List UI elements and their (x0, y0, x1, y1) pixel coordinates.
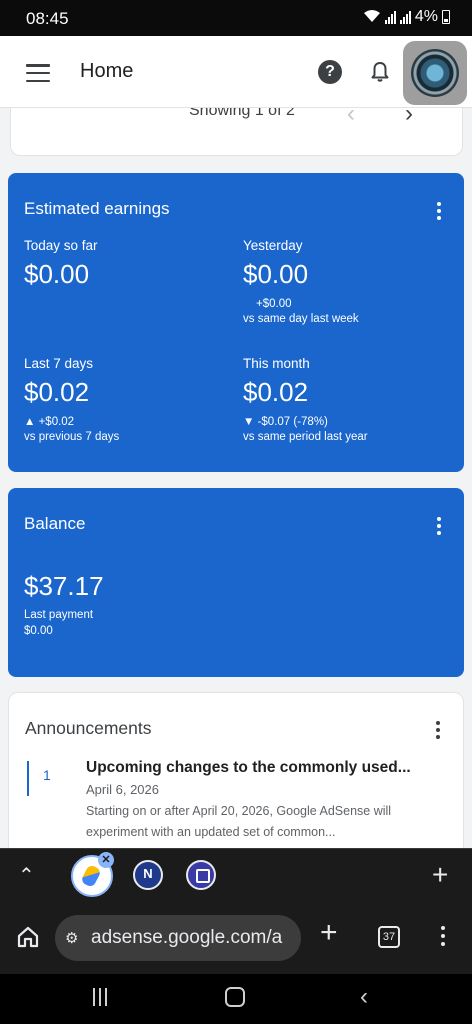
address-bar[interactable]: ⚙ adsense.google.com/a (55, 915, 301, 961)
metric-label: Yesterday (243, 238, 303, 253)
signal-icon-2 (399, 10, 411, 24)
announcements-more-icon[interactable] (435, 721, 441, 739)
browser-tab-strip: ⌃ ✕ + (0, 848, 472, 902)
metric-today: Today so far $0.00 (24, 238, 98, 290)
status-time: 08:45 (26, 9, 69, 28)
back-icon[interactable]: ‹ (360, 983, 368, 1011)
battery-percent: 4% (414, 8, 438, 25)
menu-icon[interactable] (26, 64, 50, 82)
announcement-headline[interactable]: Upcoming changes to the commonly used... (86, 759, 426, 777)
signal-icon (384, 10, 396, 24)
next-chevron-icon[interactable]: › (405, 108, 413, 128)
tab-notion[interactable] (133, 860, 163, 890)
new-tab-icon[interactable]: + (320, 916, 338, 950)
balance-value: $37.17 (24, 571, 104, 601)
prev-chevron-icon[interactable]: ‹ (347, 108, 355, 128)
metric-last-7-days: Last 7 days $0.02 ▲ +$0.02 vs previous 7… (24, 356, 119, 443)
more-vert-icon[interactable] (440, 926, 446, 946)
metric-delta: +$0.00 (256, 298, 292, 310)
add-tab-icon[interactable]: + (432, 859, 448, 891)
metric-value: $0.00 (24, 259, 90, 289)
notifications-bell-icon[interactable] (368, 60, 392, 84)
status-bar: 08:45 4% (0, 0, 472, 36)
tab-switcher-button[interactable]: 37 (378, 926, 400, 948)
metric-yesterday: Yesterday $0.00 +$0.00 vs same day last … (243, 238, 359, 325)
metric-label: Last 7 days (24, 356, 94, 371)
metric-value: $0.02 (24, 377, 90, 407)
announcements-card: Announcements 1 Upcoming changes to the … (8, 692, 464, 852)
earnings-more-icon[interactable] (436, 202, 442, 220)
nav-home-icon[interactable] (225, 987, 245, 1007)
battery-icon (442, 10, 450, 24)
wifi-icon (363, 9, 381, 26)
announcement-body: Starting on or after April 20, 2026, Goo… (86, 804, 392, 839)
balance-more-icon[interactable] (436, 517, 442, 535)
metric-comparison: vs same day last week (243, 313, 359, 325)
earnings-title: Estimated earnings (24, 199, 170, 218)
account-avatar-button[interactable] (403, 41, 467, 105)
metric-label: Today so far (24, 238, 98, 253)
balance-card[interactable]: Balance $37.17 Last payment $0.00 (8, 488, 464, 677)
page-title: Home (80, 60, 134, 82)
chevron-up-icon[interactable]: ⌃ (18, 863, 35, 888)
close-tab-icon[interactable]: ✕ (98, 852, 114, 868)
partial-card: Showing 1 of 2 ‹ › (10, 108, 463, 156)
announcement-indicator (27, 761, 29, 796)
balance-title: Balance (24, 514, 86, 533)
url-text[interactable]: adsense.google.com/a (91, 927, 282, 949)
estimated-earnings-card[interactable]: Estimated earnings Today so far $0.00 Ye… (8, 173, 464, 472)
status-icons: 4% (363, 8, 450, 26)
metric-value: $0.00 (243, 259, 309, 289)
browser-toolbar: ⚙ adsense.google.com/a + 37 (0, 902, 472, 974)
recents-icon[interactable] (93, 988, 107, 1006)
app-header: Home ? (0, 36, 472, 108)
tune-icon[interactable]: ⚙ (65, 929, 78, 947)
announcement-date: April 6, 2026 (86, 782, 159, 797)
tab-other[interactable] (186, 860, 216, 890)
pagination-showing: Showing 1 of 2 (189, 108, 295, 119)
announcements-title: Announcements (25, 718, 152, 738)
metric-delta: ▲ +$0.02 (24, 416, 75, 428)
metric-this-month: This month $0.02 ▼ -$0.07 (-78%) vs same… (243, 356, 368, 443)
last-payment-label: Last payment (24, 609, 94, 621)
metric-value: $0.02 (243, 377, 309, 407)
announcement-number: 1 (43, 767, 51, 783)
metric-delta: ▼ -$0.07 (-78%) (243, 416, 328, 428)
last-payment-value: $0.00 (24, 625, 53, 637)
metric-label: This month (243, 356, 310, 371)
avatar (411, 49, 459, 97)
help-icon[interactable]: ? (318, 60, 342, 84)
metric-comparison: vs previous 7 days (24, 431, 120, 443)
system-nav-bar: ‹ (0, 974, 472, 1024)
metric-comparison: vs same period last year (243, 431, 368, 443)
home-icon[interactable] (15, 924, 41, 950)
